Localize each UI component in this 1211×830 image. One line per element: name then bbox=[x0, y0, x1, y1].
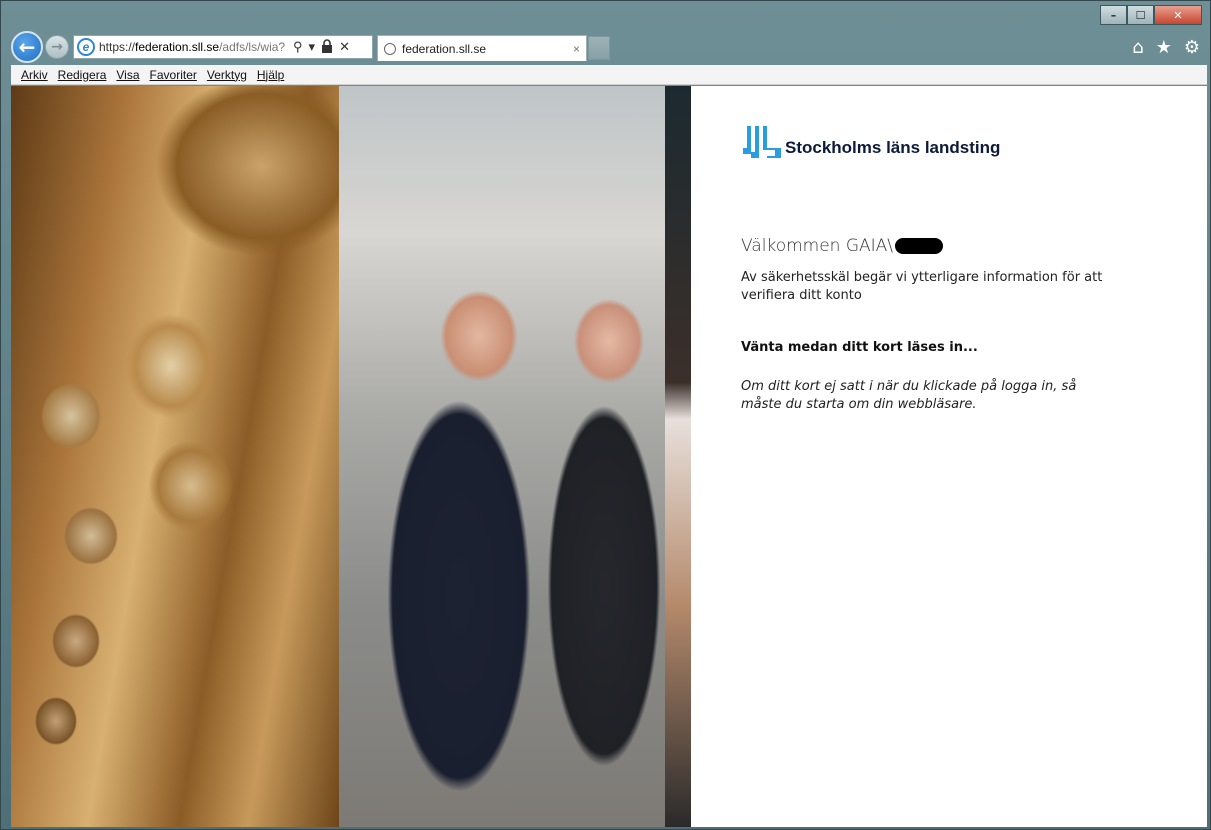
tab-title: federation.sll.se bbox=[402, 41, 487, 56]
menu-hjalp[interactable]: Hjälp bbox=[257, 68, 284, 82]
url-domain: federation.sll.se bbox=[135, 40, 220, 54]
address-bar[interactable]: e https://federation.sll.se/adfs/ls/wia?… bbox=[73, 35, 373, 59]
url-text[interactable]: https://federation.sll.se/adfs/ls/wia? bbox=[99, 40, 289, 54]
menu-arkiv[interactable]: Arkiv bbox=[21, 68, 48, 82]
waiting-message: Vänta medan ditt kort läses in... bbox=[741, 340, 978, 355]
forward-button[interactable]: → bbox=[45, 35, 69, 59]
welcome-heading: Välkommen GAIA\ bbox=[741, 236, 944, 256]
maximize-button[interactable]: ☐ bbox=[1127, 5, 1154, 25]
stop-icon[interactable]: ✕ bbox=[339, 39, 350, 55]
settings-gear-icon[interactable]: ⚙ bbox=[1184, 37, 1200, 58]
street-people-image bbox=[339, 86, 665, 827]
minimize-button[interactable]: – bbox=[1100, 5, 1127, 25]
logo-text: Stockholms läns landsting bbox=[785, 138, 1001, 157]
lock-icon[interactable] bbox=[321, 38, 333, 56]
redacted-username bbox=[895, 238, 944, 254]
menu-visa[interactable]: Visa bbox=[116, 68, 139, 82]
card-note: Om ditt kort ej satt i när du klickade p… bbox=[741, 379, 1077, 412]
menu-verktyg[interactable]: Verktyg bbox=[207, 68, 247, 82]
url-path: /adfs/ls/wia? bbox=[219, 40, 286, 54]
close-window-button[interactable]: ✕ bbox=[1154, 5, 1202, 25]
illustration-panel bbox=[11, 86, 691, 827]
address-bar-icons: ⚲ ▾ ✕ bbox=[293, 38, 350, 56]
search-icon[interactable]: ⚲ bbox=[293, 39, 303, 55]
back-arrow-icon: ← bbox=[18, 35, 36, 59]
forward-arrow-icon: → bbox=[51, 39, 63, 55]
info-text: Av säkerhetsskäl begär vi ytterligare in… bbox=[741, 270, 1103, 303]
home-icon[interactable]: ⌂ bbox=[1132, 37, 1143, 58]
toolbar-right-icons: ⌂ ★ ⚙ bbox=[1132, 37, 1200, 58]
titlebar-background bbox=[641, 11, 961, 27]
login-panel: Stockholms läns landsting Välkommen GAIA… bbox=[691, 86, 1207, 827]
brass-instrument-image bbox=[11, 86, 339, 827]
url-scheme: https:// bbox=[99, 40, 136, 54]
menu-favoriter[interactable]: Favoriter bbox=[150, 68, 197, 82]
favorites-star-icon[interactable]: ★ bbox=[1156, 37, 1172, 58]
tab-close-icon[interactable]: × bbox=[573, 42, 580, 56]
window-controls: – ☐ ✕ bbox=[1100, 5, 1202, 25]
sll-logo-icon bbox=[743, 126, 781, 158]
welcome-text: Välkommen GAIA\ bbox=[741, 236, 894, 256]
dropdown-icon[interactable]: ▾ bbox=[309, 39, 316, 55]
menu-redigera[interactable]: Redigera bbox=[58, 68, 107, 82]
page-content: Stockholms läns landsting Välkommen GAIA… bbox=[11, 86, 1207, 827]
side-strip-image bbox=[665, 86, 691, 827]
browser-window: – ☐ ✕ ← → e https://federation.sll.se/ad… bbox=[0, 0, 1211, 830]
menu-bar: Arkiv Redigera Visa Favoriter Verktyg Hj… bbox=[11, 65, 1207, 85]
sll-logo: Stockholms läns landsting bbox=[741, 126, 1000, 158]
loading-icon bbox=[384, 42, 396, 55]
navigation-bar: ← → e https://federation.sll.se/adfs/ls/… bbox=[11, 31, 1200, 63]
new-tab-button[interactable] bbox=[588, 36, 610, 60]
tab-federation[interactable]: federation.sll.se × bbox=[377, 35, 587, 61]
ie-logo-icon: e bbox=[77, 38, 95, 56]
back-button[interactable]: ← bbox=[11, 31, 43, 63]
